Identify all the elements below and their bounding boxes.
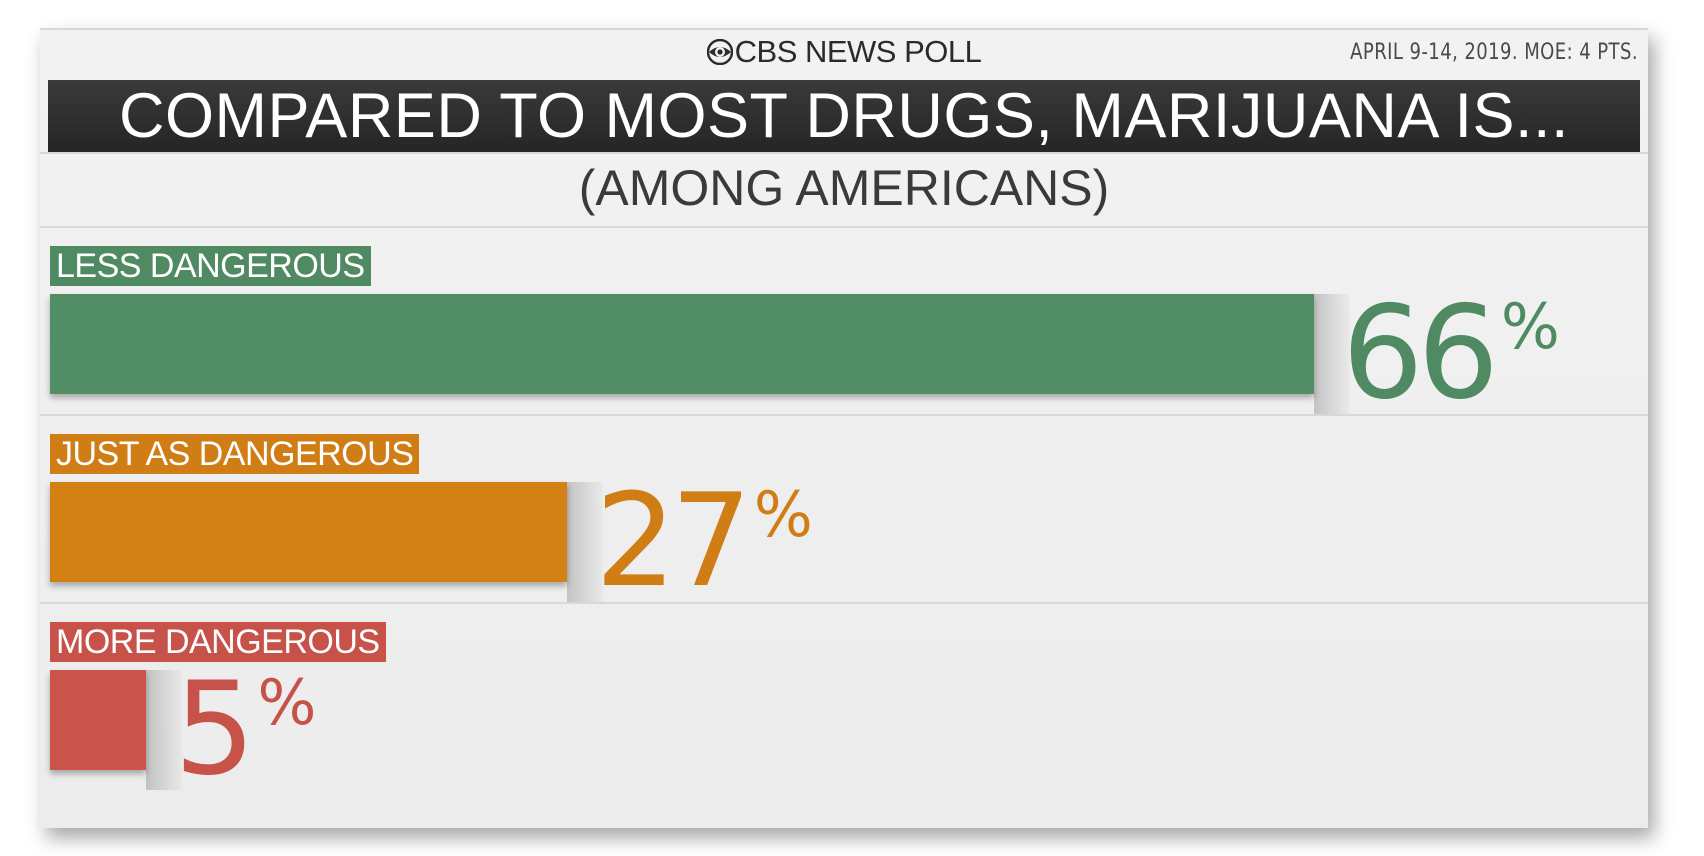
category-label: LESS DANGEROUS <box>50 246 371 286</box>
bar <box>50 294 1314 394</box>
chart-subtitle: (AMONG AMERICANS) <box>578 160 1110 216</box>
cbs-eye-icon <box>706 39 733 65</box>
data-label-value: 27 <box>595 467 752 616</box>
dateline: APRIL 9-14, 2019. MOE: 4 PTS. <box>1350 40 1638 65</box>
data-label: 27% <box>595 478 813 606</box>
category-label: JUST AS DANGEROUS <box>50 434 420 474</box>
bar <box>50 482 567 582</box>
data-label-suffix: % <box>257 666 317 739</box>
data-label-suffix: % <box>1500 290 1560 363</box>
data-label-value: 5 <box>174 655 255 804</box>
poll-card: CBS NEWS POLL APRIL 9-14, 2019. MOE: 4 P… <box>40 28 1648 828</box>
subtitle-separator <box>40 226 1648 228</box>
data-label: 66% <box>1342 290 1560 418</box>
data-label-value: 66 <box>1342 279 1499 428</box>
brand-label: CBS NEWS POLL <box>734 34 982 69</box>
row-separator <box>40 414 1648 416</box>
row-separator <box>40 602 1648 604</box>
chart-title: COMPARED TO MOST DRUGS, MARIJUANA IS... <box>48 80 1640 152</box>
data-label-suffix: % <box>753 478 813 551</box>
data-label: 5% <box>174 666 316 794</box>
bar <box>50 670 146 770</box>
card-top-line <box>40 28 1648 30</box>
title-separator <box>40 152 1648 154</box>
